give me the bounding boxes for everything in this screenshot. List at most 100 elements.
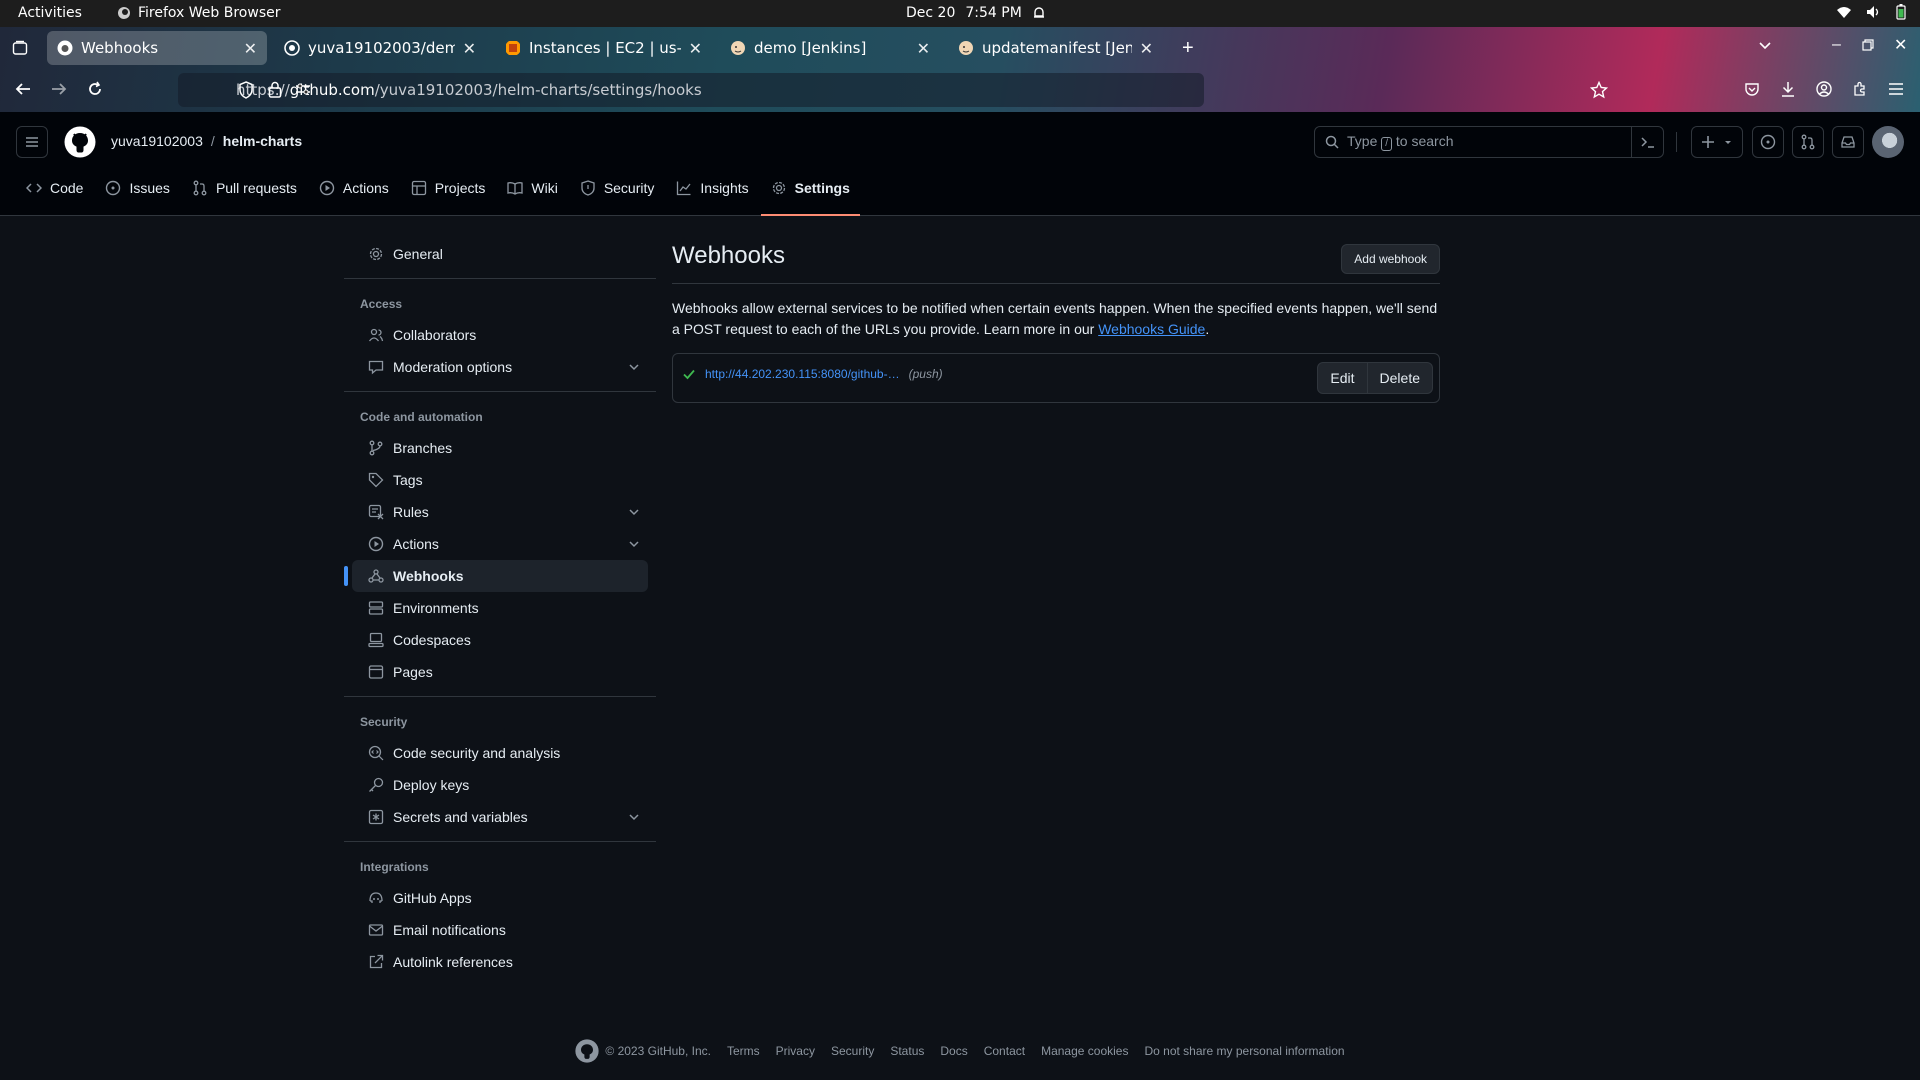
- sidebar-item-deploy-keys[interactable]: Deploy keys: [352, 769, 648, 801]
- extensions-icon[interactable]: [1852, 81, 1868, 97]
- footer-link-terms[interactable]: Terms: [727, 1044, 760, 1058]
- jenkins-icon: [731, 41, 745, 55]
- activities-button[interactable]: Activities: [18, 5, 82, 21]
- sidebar-item-branches[interactable]: Branches: [352, 432, 648, 464]
- delete-button[interactable]: Delete: [1367, 362, 1433, 394]
- forward-icon[interactable]: [50, 81, 68, 97]
- close-icon[interactable]: ✕: [244, 39, 257, 58]
- webhooks-guide-link[interactable]: Webhooks Guide: [1098, 321, 1205, 337]
- sidebar-item-general[interactable]: General: [352, 238, 648, 270]
- footer-link-manage-cookies[interactable]: Manage cookies: [1041, 1044, 1128, 1058]
- browser-tab-jenkins-updatemanifest[interactable]: updatemanifest [Jenkins] ✕: [948, 31, 1163, 65]
- tab-label: Settings: [794, 180, 850, 196]
- github-header: yuva19102003 / helm-charts Type / to sea…: [0, 112, 1920, 216]
- browser-tab-jenkins-demo[interactable]: demo [Jenkins] ✕: [720, 31, 940, 65]
- downloads-icon[interactable]: [1780, 81, 1796, 97]
- tab-settings[interactable]: Settings: [760, 168, 861, 216]
- browser-tab-demo-repo[interactable]: yuva19102003/demo gen ✕: [274, 31, 486, 65]
- system-tray[interactable]: [1836, 4, 1906, 20]
- close-icon[interactable]: ✕: [1140, 39, 1153, 58]
- footer-link-privacy[interactable]: Privacy: [776, 1044, 815, 1058]
- hamburger-menu-button[interactable]: [16, 126, 48, 158]
- issues-button[interactable]: [1752, 126, 1784, 158]
- restore-icon[interactable]: [1862, 39, 1874, 51]
- sidebar-item-actions[interactable]: Actions: [352, 528, 648, 560]
- inbox-button[interactable]: [1832, 126, 1864, 158]
- close-window-icon[interactable]: ✕: [1894, 35, 1907, 55]
- repo-link[interactable]: helm-charts: [223, 133, 302, 149]
- create-new-button[interactable]: [1691, 126, 1743, 158]
- webhook-actions: Edit Delete: [1317, 362, 1433, 394]
- footer-link-contact[interactable]: Contact: [984, 1044, 1025, 1058]
- footer-link-security[interactable]: Security: [831, 1044, 874, 1058]
- browser-tab-ec2[interactable]: Instances | EC2 | us-east-1 ✕: [495, 31, 712, 65]
- tab-actions[interactable]: Actions: [309, 168, 399, 208]
- tab-issues[interactable]: Issues: [95, 168, 179, 208]
- avatar[interactable]: [1872, 126, 1904, 158]
- play-icon: [368, 536, 384, 552]
- edit-button[interactable]: Edit: [1317, 362, 1368, 394]
- chevron-down-icon[interactable]: [628, 538, 640, 550]
- tab-security[interactable]: Security: [570, 168, 665, 208]
- new-tab-icon[interactable]: +: [1182, 37, 1194, 60]
- sidebar-item-autolink-references[interactable]: Autolink references: [352, 946, 648, 978]
- app-menu[interactable]: Firefox Web Browser: [117, 5, 281, 21]
- github-logo-icon[interactable]: [575, 1039, 600, 1063]
- close-icon[interactable]: ✕: [689, 39, 702, 58]
- sidebar-item-environments[interactable]: Environments: [352, 592, 648, 624]
- sidebar-item-moderation-options[interactable]: Moderation options: [352, 351, 648, 383]
- permissions-icon[interactable]: [295, 82, 311, 96]
- sidebar-item-label: Tags: [393, 472, 423, 488]
- sidebar-item-github-apps[interactable]: GitHub Apps: [352, 882, 648, 914]
- sidebar-item-label: Environments: [393, 600, 479, 616]
- sidebar-item-tags[interactable]: Tags: [352, 464, 648, 496]
- close-icon[interactable]: ✕: [917, 39, 930, 58]
- footer-link-status[interactable]: Status: [890, 1044, 924, 1058]
- webhook-url-link[interactable]: http://44.202.230.115:8080/github-…: [705, 367, 900, 381]
- sidebar-item-label: Rules: [393, 504, 429, 520]
- add-webhook-button[interactable]: Add webhook: [1341, 244, 1440, 274]
- lock-icon[interactable]: [268, 81, 282, 98]
- sidebar-item-rules[interactable]: Rules: [352, 496, 648, 528]
- play-icon: [319, 180, 335, 196]
- sidebar-item-code-security[interactable]: Code security and analysis: [352, 737, 648, 769]
- menu-icon[interactable]: [1888, 82, 1904, 96]
- footer-link-docs[interactable]: Docs: [940, 1044, 967, 1058]
- sidebar-item-webhooks[interactable]: Webhooks: [344, 560, 648, 592]
- tab-pull-requests[interactable]: Pull requests: [182, 168, 307, 208]
- sidebar-item-email-notifications[interactable]: Email notifications: [352, 914, 648, 946]
- back-icon[interactable]: [14, 81, 32, 97]
- pocket-icon[interactable]: [1744, 81, 1760, 97]
- reload-icon[interactable]: [87, 81, 103, 97]
- tab-overview-icon[interactable]: [12, 40, 28, 56]
- browser-tab-webhooks[interactable]: Webhooks ✕: [47, 31, 267, 65]
- shield-tracking-icon[interactable]: [238, 81, 254, 99]
- tab-insights[interactable]: Insights: [666, 168, 758, 208]
- github-logo-icon[interactable]: [64, 126, 96, 158]
- breadcrumb: yuva19102003 / helm-charts: [111, 133, 302, 149]
- chevron-down-icon[interactable]: [628, 506, 640, 518]
- bookmark-star-icon[interactable]: [1590, 81, 1608, 99]
- tab-projects[interactable]: Projects: [401, 168, 496, 208]
- sidebar-item-secrets[interactable]: Secrets and variables: [352, 801, 648, 833]
- sidebar-item-codespaces[interactable]: Codespaces: [352, 624, 648, 656]
- sidebar-item-label: Autolink references: [393, 954, 513, 970]
- owner-link[interactable]: yuva19102003: [111, 133, 203, 149]
- sidebar-item-label: General: [393, 246, 443, 262]
- pull-requests-button[interactable]: [1792, 126, 1824, 158]
- search-input[interactable]: Type / to search: [1314, 126, 1664, 158]
- tab-code[interactable]: Code: [16, 168, 93, 208]
- account-icon[interactable]: [1816, 81, 1832, 97]
- command-palette-icon[interactable]: [1631, 127, 1663, 157]
- tab-wiki[interactable]: Wiki: [497, 168, 567, 208]
- footer-link-do-not-share[interactable]: Do not share my personal information: [1144, 1044, 1344, 1058]
- chevron-down-icon[interactable]: [628, 361, 640, 373]
- clock[interactable]: Dec 20 7:54 PM: [906, 5, 1046, 21]
- url-bar[interactable]: https://github.com/yuva19102003/helm-cha…: [178, 73, 1204, 107]
- chevron-down-icon[interactable]: [628, 811, 640, 823]
- sidebar-item-collaborators[interactable]: Collaborators: [352, 319, 648, 351]
- minimize-icon[interactable]: –: [1832, 36, 1841, 54]
- close-icon[interactable]: ✕: [463, 39, 476, 58]
- chevron-down-icon[interactable]: [1758, 39, 1772, 53]
- sidebar-item-pages[interactable]: Pages: [352, 656, 648, 688]
